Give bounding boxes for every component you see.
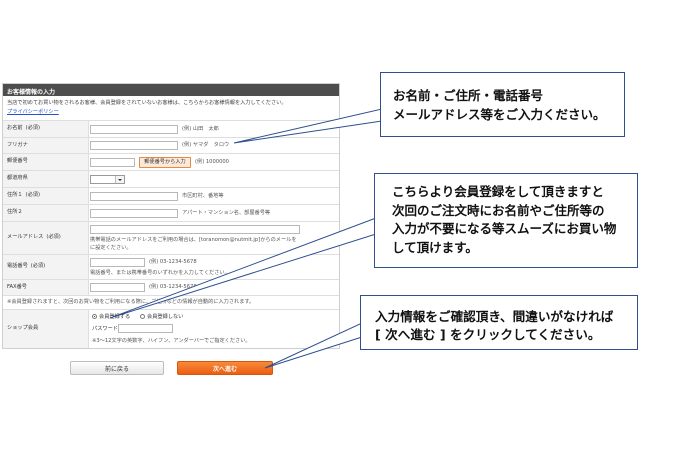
callout-text: メールアドレス等をご入力ください。 [393,106,606,122]
callout-text: 入力情報をご確認頂き、間違いがなければ [375,309,614,324]
callout-text: [ 次へ進む ] をクリックしてください。 [375,327,601,342]
callout-next-step: 入力情報をご確認頂き、間違いがなければ [ 次へ進む ] をクリックしてください… [360,295,638,350]
callout-personal-info: お名前・ご住所・電話番号 メールアドレス等をご入力ください。 [380,72,625,137]
callout-pointer-personal-info [233,108,383,144]
callout-membership: こちらより会員登録をして頂きますと 次回のご注文時にお名前やご住所等の 入力が不… [374,173,638,268]
callout-text: して頂けます。 [392,240,478,256]
callout-text: こちらより会員登録をして頂きますと [392,184,604,199]
callout-text: 次回のご注文時にお名前やご住所等の [392,202,605,218]
callout-pointer-next-step [264,322,363,369]
callout-text: お名前・ご住所・電話番号 [393,88,544,103]
callout-text: 入力が不要になる等スムーズにお買い物 [392,221,617,237]
callout-pointer-membership [109,217,377,319]
